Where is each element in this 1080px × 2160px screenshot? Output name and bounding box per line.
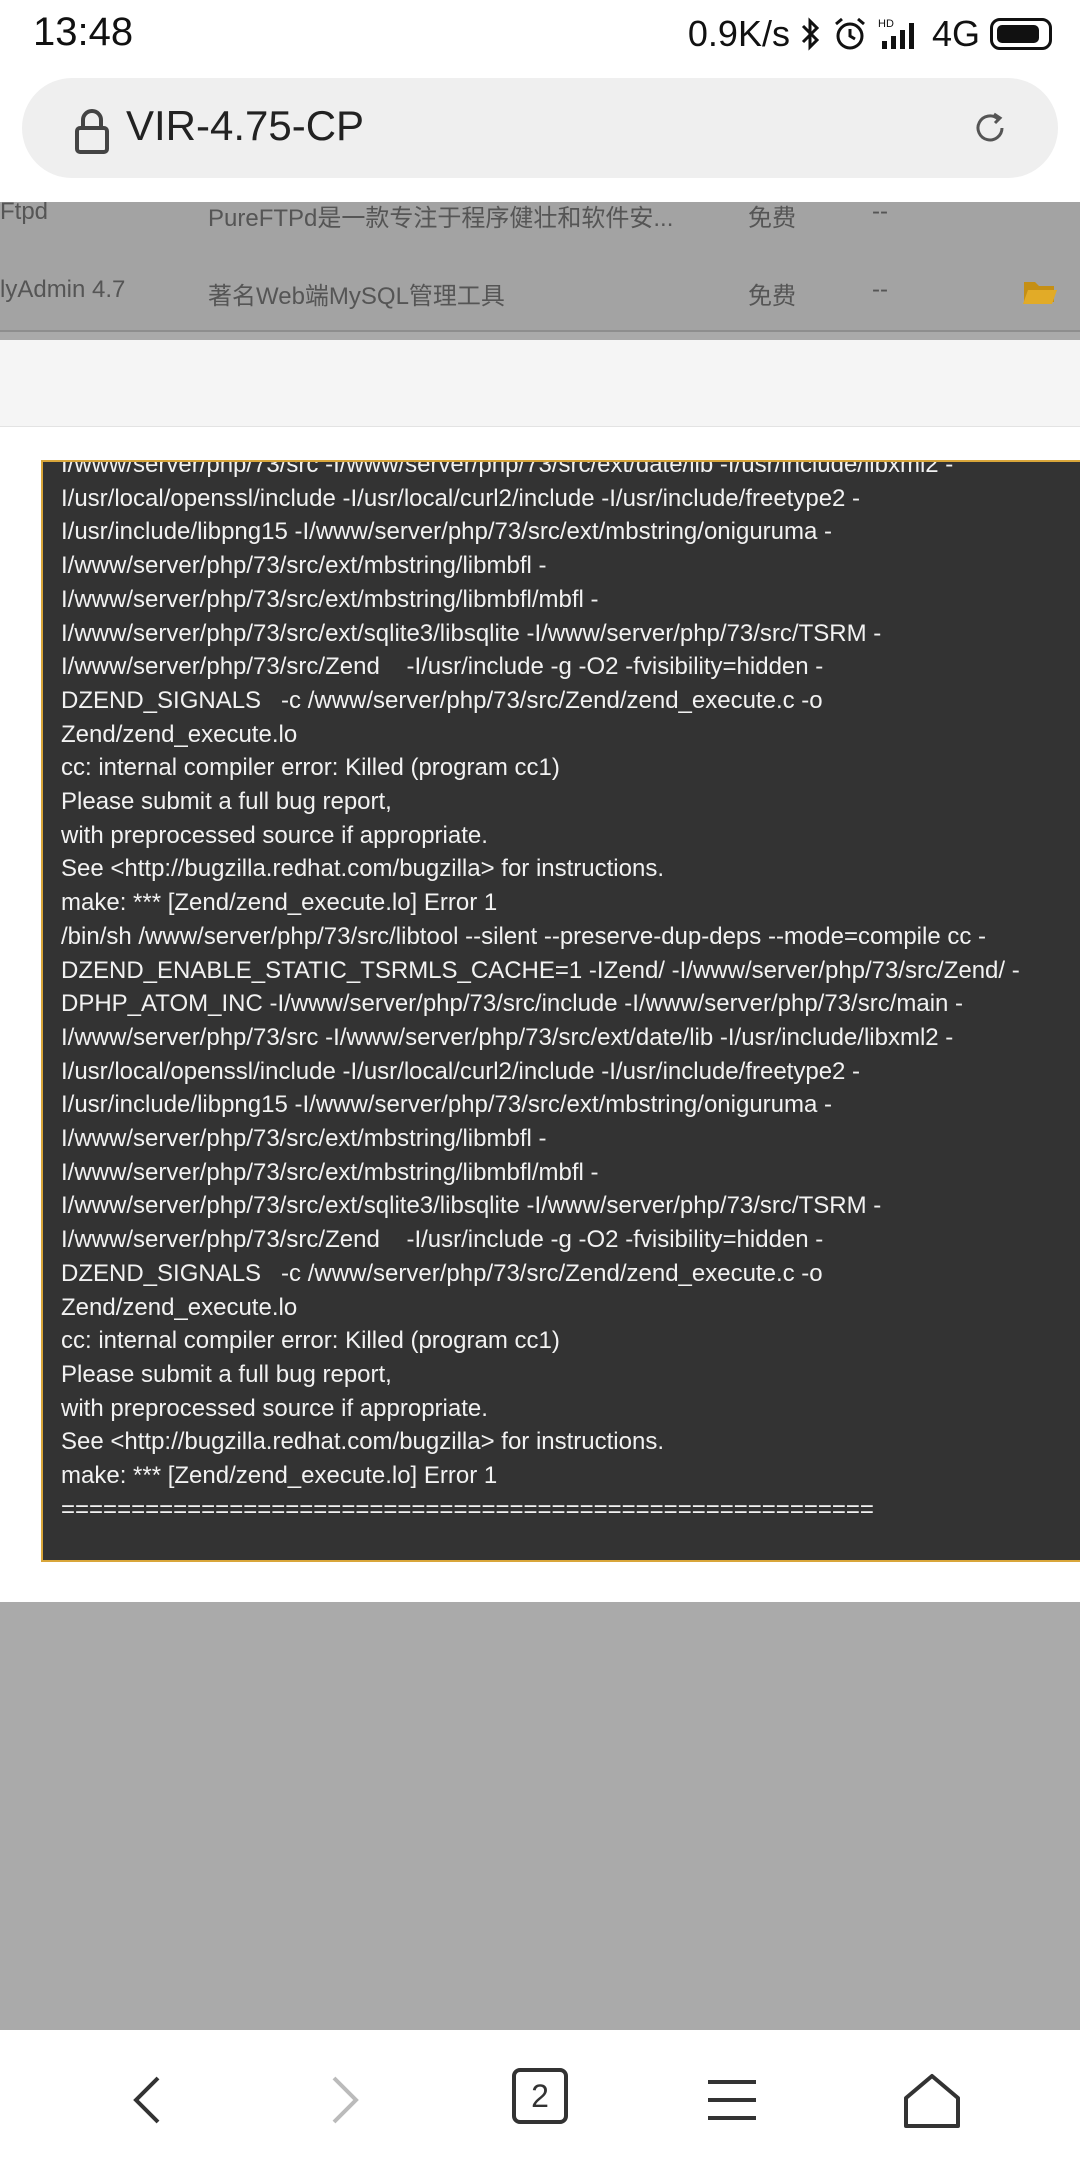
home-icon[interactable] (900, 2068, 964, 2132)
terminal-line: See <http://bugzilla.redhat.com/bugzilla… (61, 855, 664, 883)
plugin-desc: 著名Web端MySQL管理工具 (208, 283, 505, 310)
bluetooth-icon (801, 17, 820, 51)
install-log-dialog: I/www/server/php/73/src -I/www/server/ph… (6, 428, 1080, 1598)
terminal-line: cc: internal compiler error: Killed (pro… (61, 1327, 560, 1355)
terminal-line: make: *** [Zend/zend_execute.lo] Error 1 (61, 1462, 498, 1490)
status-bar: 13:48 0.9K/s HD 4G (0, 0, 1080, 70)
plugin-row-phpmyadmin: lyAdmin 4.7 著名Web端MySQL管理工具 免费 -- (0, 252, 1080, 332)
terminal-line: I/www/server/php/73/src/Zend -I/usr/incl… (61, 653, 824, 681)
terminal-line: I/usr/local/openssl/include -I/usr/local… (61, 484, 861, 512)
plugin-name: lyAdmin 4.7 (0, 276, 126, 303)
modal-header (0, 340, 1080, 427)
terminal-line: I/usr/include/libpng15 -I/www/server/php… (61, 518, 832, 546)
terminal-line: See <http://bugzilla.redhat.com/bugzilla… (61, 1428, 664, 1456)
terminal-line: I/www/server/php/73/src -I/www/server/ph… (61, 460, 954, 478)
svg-text:HD: HD (878, 18, 894, 30)
url-text[interactable]: VIR-4.75-CP (126, 102, 364, 150)
terminal-line: Zend/zend_execute.lo (61, 720, 298, 748)
plugin-expire: -- (872, 202, 888, 225)
terminal-lines: I/www/server/php/73/src -I/www/server/ph… (61, 460, 1020, 1527)
menu-icon[interactable] (700, 2068, 764, 2132)
terminal-line: make: *** [Zend/zend_execute.lo] Error 1 (61, 889, 498, 917)
terminal-line: Please submit a full bug report, (61, 788, 392, 816)
status-icons: 0.9K/s HD 4G (688, 12, 1052, 56)
terminal-line: I/www/server/php/73/src/ext/mbstring/lib… (61, 1158, 599, 1186)
terminal-line: /bin/sh /www/server/php/73/src/libtool -… (61, 922, 987, 950)
web-content: Ftpd PureFTPd是一款专注于程序健壮和软件安... 免费 -- lyA… (0, 202, 1080, 2030)
terminal-line: cc: internal compiler error: Killed (pro… (61, 754, 560, 782)
terminal-line: ========================================… (61, 1495, 874, 1523)
tabs-button[interactable]: 2 (512, 2068, 568, 2124)
plugin-name: Ftpd (0, 202, 49, 225)
terminal-line: I/www/server/php/73/src/ext/sqlite3/libs… (61, 619, 882, 647)
status-time: 13:48 (33, 10, 134, 54)
plugin-price: 免费 (748, 283, 796, 310)
signal-icon: HD (878, 18, 914, 49)
plugin-desc: PureFTPd是一款专注于程序健壮和软件安... (208, 205, 674, 232)
reload-icon[interactable] (970, 108, 1010, 148)
terminal-line: Please submit a full bug report, (61, 1360, 392, 1388)
terminal-line: I/www/server/php/73/src/ext/mbstring/lib… (61, 552, 547, 580)
terminal-line: I/usr/local/openssl/include -I/usr/local… (61, 1057, 861, 1085)
forward-icon[interactable] (310, 2068, 374, 2132)
terminal-line: DZEND_SIGNALS -c /www/server/php/73/src/… (61, 686, 823, 714)
terminal-line: Zend/zend_execute.lo (61, 1293, 298, 1321)
network-type: 4G (931, 13, 980, 54)
terminal-line: I/www/server/php/73/src/ext/sqlite3/libs… (61, 1192, 882, 1220)
terminal-line: with preprocessed source if appropriate. (61, 1394, 488, 1422)
plugin-price: 免费 (748, 205, 796, 232)
lock-icon (75, 109, 109, 154)
terminal-line: I/www/server/php/73/src/ext/mbstring/lib… (61, 585, 599, 613)
back-icon[interactable] (118, 2068, 182, 2132)
modal-panel: I/www/server/php/73/src -I/www/server/ph… (0, 340, 1080, 1602)
terminal-line: DPHP_ATOM_INC -I/www/server/php/73/src/i… (61, 990, 964, 1018)
terminal-line: DZEND_ENABLE_STATIC_TSRMLS_CACHE=1 -IZen… (61, 956, 1020, 984)
plugin-row-ftpd: Ftpd PureFTPd是一款专注于程序健壮和软件安... 免费 -- (0, 202, 1080, 254)
net-speed: 0.9K/s (687, 13, 790, 54)
alarm-icon (835, 17, 865, 50)
plugin-expire: -- (872, 276, 888, 303)
terminal-line: I/www/server/php/73/src/Zend -I/usr/incl… (61, 1226, 824, 1254)
terminal-line: I/usr/include/libpng15 -I/www/server/php… (61, 1091, 832, 1119)
terminal-line: I/www/server/php/73/src/ext/mbstring/lib… (61, 1125, 547, 1153)
terminal-line: DZEND_SIGNALS -c /www/server/php/73/src/… (61, 1259, 823, 1287)
folder-icon[interactable] (1022, 278, 1058, 306)
terminal-line: with preprocessed source if appropriate. (61, 821, 488, 849)
address-bar[interactable]: VIR-4.75-CP (22, 78, 1058, 178)
battery-icon (990, 18, 1052, 50)
terminal-log[interactable]: I/www/server/php/73/src -I/www/server/ph… (41, 460, 1080, 1562)
terminal-line: I/www/server/php/73/src -I/www/server/ph… (61, 1023, 954, 1051)
